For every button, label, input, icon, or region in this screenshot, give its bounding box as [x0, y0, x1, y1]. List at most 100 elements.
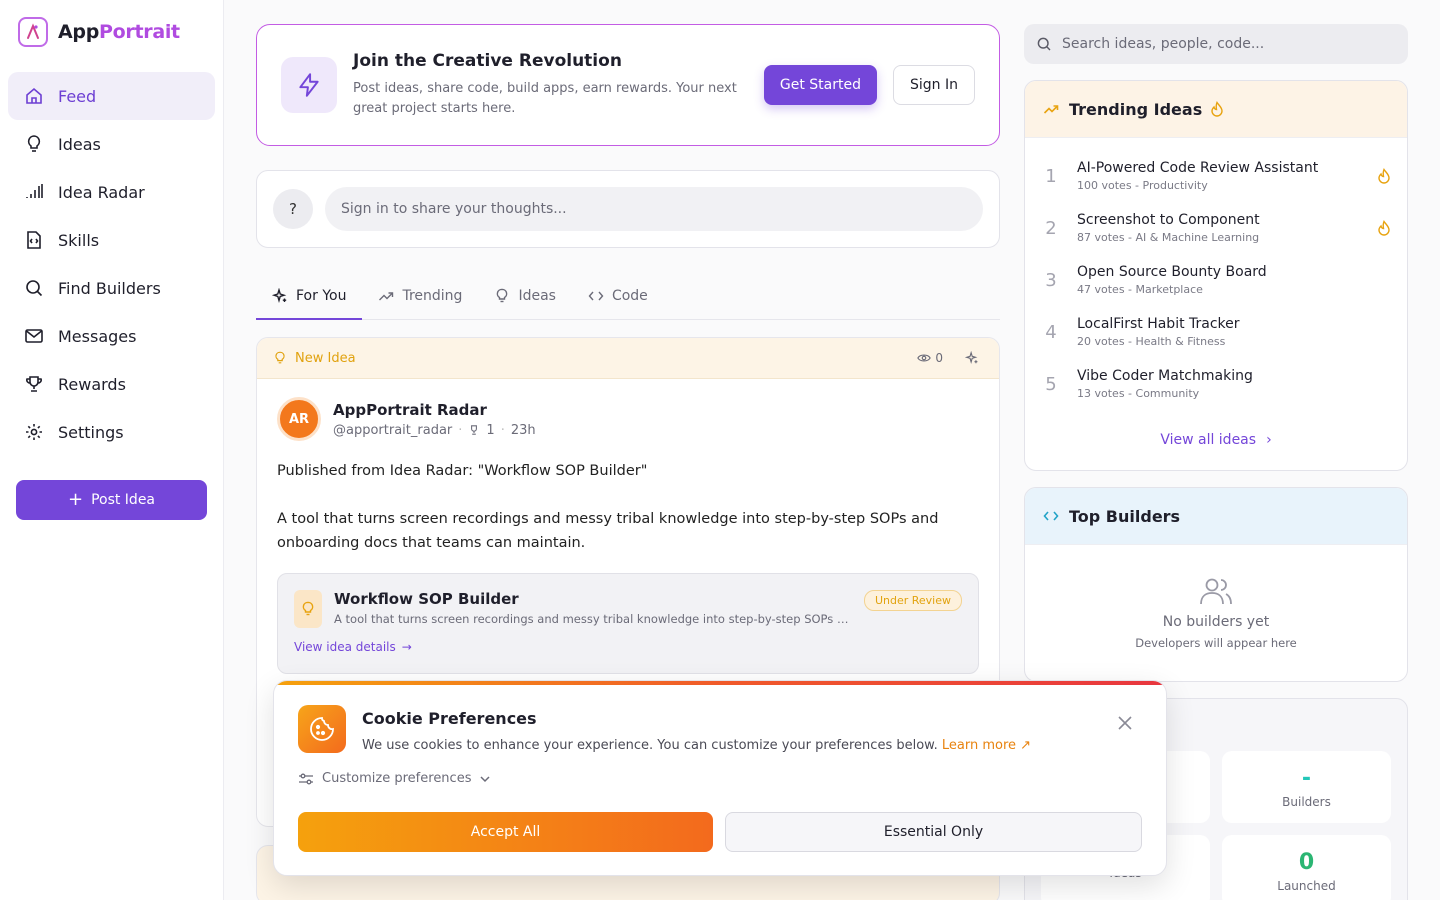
search-input[interactable]: Search ideas, people, code... — [1024, 24, 1408, 64]
post-composer: ? Sign in to share your thoughts... — [256, 170, 1000, 248]
sidebar-item-messages[interactable]: Messages — [8, 312, 215, 360]
trending-item[interactable]: 3 Open Source Bounty Board 47 votes - Mar… — [1041, 254, 1391, 306]
avatar[interactable]: AR — [277, 397, 321, 441]
users-icon — [1200, 578, 1232, 605]
sidebar-item-skills[interactable]: Skills — [8, 216, 215, 264]
sliders-icon — [299, 773, 313, 784]
stat-card-launched: 0 Launched — [1222, 835, 1391, 900]
flame-icon — [1378, 220, 1390, 236]
hero-subtitle: Post ideas, share code, build apps, earn… — [353, 81, 737, 116]
trending-up-icon — [379, 291, 394, 300]
feed-tabs: For You Trending Ideas Code — [256, 272, 1000, 320]
accept-all-button[interactable]: Accept All — [298, 812, 713, 852]
sidebar-nav: Feed Ideas Idea Radar Skills Find Builde… — [0, 64, 223, 464]
sidebar: AppPortrait Feed Ideas Idea Radar Skills… — [0, 0, 224, 900]
code-icon — [1043, 511, 1059, 521]
empty-title: No builders yet — [1162, 614, 1270, 630]
sidebar-item-idea-radar[interactable]: Idea Radar — [8, 168, 215, 216]
signal-icon — [26, 184, 43, 198]
sidebar-item-label: Rewards — [58, 374, 126, 394]
empty-subtitle: Developers will appear here — [1135, 636, 1297, 650]
sparkles-icon[interactable] — [965, 351, 979, 365]
external-link-icon: ↗ — [1020, 738, 1032, 753]
sidebar-item-ideas[interactable]: Ideas — [8, 120, 215, 168]
tab-ideas[interactable]: Ideas — [478, 272, 572, 319]
avatar: ? — [273, 189, 313, 229]
sidebar-item-settings[interactable]: Settings — [8, 408, 215, 456]
post-type-label: New Idea — [295, 350, 356, 366]
flame-icon — [1378, 168, 1390, 184]
brand[interactable]: AppPortrait — [0, 0, 223, 64]
lightning-icon — [281, 57, 337, 113]
cookie-consent-dialog: Cookie Preferences We use cookies to enh… — [273, 680, 1167, 876]
cookie-description: We use cookies to enhance your experienc… — [362, 738, 1032, 753]
composer-input[interactable]: Sign in to share your thoughts... — [325, 187, 983, 231]
code-file-icon — [27, 231, 41, 249]
eye-icon — [917, 354, 932, 362]
top-builders-header: Top Builders — [1025, 488, 1407, 545]
sidebar-item-label: Idea Radar — [58, 182, 145, 202]
sidebar-item-label: Skills — [58, 230, 100, 250]
builders-empty-state: No builders yet Developers will appear h… — [1025, 545, 1407, 681]
essential-only-button[interactable]: Essential Only — [725, 812, 1142, 852]
trending-ideas-panel: Trending Ideas 1 AI-Powered Code Review … — [1024, 80, 1408, 471]
sidebar-item-label: Find Builders — [58, 278, 161, 298]
tab-code[interactable]: Code — [572, 272, 664, 319]
lightbulb-icon — [294, 590, 322, 628]
stat-card-builders: - Builders — [1222, 751, 1391, 823]
flame-icon — [1211, 101, 1223, 117]
lightbulb-icon — [275, 351, 285, 364]
idea-description: A tool that turns screen recordings and … — [334, 612, 854, 626]
view-idea-details-link[interactable]: View idea details → — [294, 640, 962, 654]
get-started-button[interactable]: Get Started — [763, 65, 877, 105]
idea-preview[interactable]: Workflow SOP Builder A tool that turns s… — [277, 573, 979, 674]
trophy-count: 1 — [486, 422, 495, 438]
chevron-down-icon — [480, 775, 490, 782]
close-icon[interactable] — [1118, 715, 1132, 734]
brand-name: AppPortrait — [58, 21, 180, 43]
app-logo-icon — [18, 17, 48, 47]
arrow-right-icon: → — [401, 640, 412, 654]
sidebar-item-label: Feed — [58, 86, 97, 106]
trending-item[interactable]: 2 Screenshot to Component 87 votes - AI &… — [1041, 202, 1391, 254]
sparkles-icon — [272, 287, 287, 303]
cookie-icon — [298, 705, 346, 753]
trophy-icon — [471, 425, 478, 435]
learn-more-link[interactable]: Learn more ↗ — [942, 738, 1031, 753]
sidebar-item-label: Ideas — [58, 134, 101, 154]
sign-in-button[interactable]: Sign In — [893, 65, 975, 105]
hero-banner: Join the Creative Revolution Post ideas,… — [256, 24, 1000, 146]
sidebar-item-find-builders[interactable]: Find Builders — [8, 264, 215, 312]
hero-title: Join the Creative Revolution — [353, 51, 622, 71]
trending-item[interactable]: 5 Vibe Coder Matchmaking 13 votes - Commu… — [1041, 358, 1391, 410]
tab-for-you[interactable]: For You — [256, 272, 363, 320]
sidebar-item-feed[interactable]: Feed — [8, 72, 215, 120]
post-idea-button[interactable]: + Post Idea — [16, 480, 207, 520]
trending-item[interactable]: 1 AI-Powered Code Review Assistant 100 vo… — [1041, 150, 1391, 202]
view-all-ideas-link[interactable]: View all ideas › — [1025, 410, 1407, 470]
post-text-line-2: A tool that turns screen recordings and … — [277, 511, 939, 551]
cookie-title: Cookie Preferences — [362, 709, 537, 728]
views-count: 0 — [917, 351, 943, 365]
tab-trending[interactable]: Trending — [362, 272, 478, 319]
author-name[interactable]: AppPortrait Radar — [333, 401, 536, 419]
lightbulb-icon — [27, 135, 41, 152]
trending-up-icon — [1043, 105, 1059, 114]
customize-preferences-toggle[interactable]: Customize preferences — [298, 771, 1142, 786]
post-time: 23h — [510, 422, 536, 438]
post-author: AR AppPortrait Radar @apportrait_radar ·… — [277, 397, 979, 441]
separator-dot: · — [458, 422, 463, 438]
chevron-right-icon: › — [1266, 432, 1272, 448]
status-badge: Under Review — [863, 590, 962, 611]
lightbulb-icon — [497, 288, 508, 302]
sidebar-item-rewards[interactable]: Rewards — [8, 360, 215, 408]
top-builders-panel: Top Builders No builders yet Developers … — [1024, 487, 1408, 682]
home-icon — [26, 87, 42, 104]
trophy-icon — [26, 376, 42, 392]
trending-item[interactable]: 4 LocalFirst Habit Tracker 20 votes - Hea… — [1041, 306, 1391, 358]
gear-icon — [26, 424, 42, 440]
separator-dot: · — [500, 422, 505, 438]
author-handle: @apportrait_radar — [333, 422, 453, 438]
search-icon — [1037, 37, 1051, 51]
trending-ideas-header: Trending Ideas — [1025, 81, 1407, 138]
